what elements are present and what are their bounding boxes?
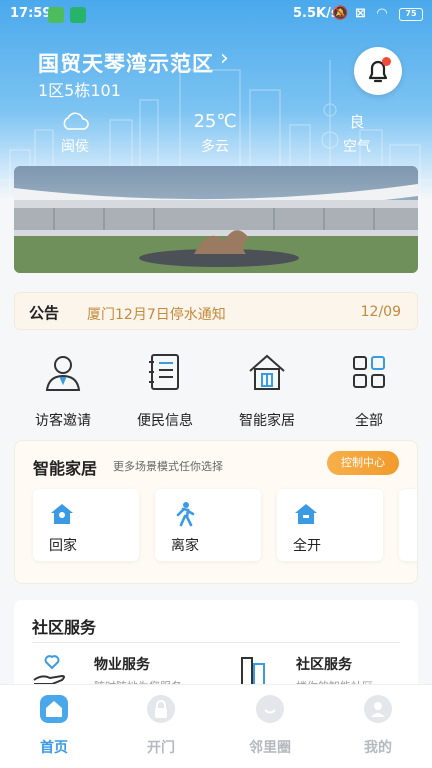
weather-condition: 多云	[201, 139, 229, 155]
bell-icon	[368, 60, 388, 83]
scene-label: 离家	[171, 538, 199, 554]
smart-home-subtitle: 更多场景模式任你选择	[113, 460, 223, 473]
chat-icon	[256, 695, 284, 723]
tab-neighborhood[interactable]: 邻里圈	[230, 695, 310, 757]
weather-location: 闽侯	[55, 110, 95, 156]
lock-icon	[147, 695, 175, 723]
promo-banner[interactable]	[14, 166, 418, 273]
air-quality-label: 空气	[343, 139, 371, 155]
send-notification-icon	[70, 7, 86, 23]
scene-label: 全开	[293, 538, 321, 554]
visitor-icon	[45, 356, 81, 391]
tab-label: 首页	[40, 740, 68, 756]
quick-action-label: 智能家居	[239, 413, 295, 429]
notice-tag: 公告	[29, 304, 60, 322]
home-tab-icon	[40, 695, 68, 723]
heart-hand-icon	[33, 655, 65, 685]
quick-action-visitor[interactable]: 访客邀请	[13, 352, 113, 430]
chevron-right-icon[interactable]: ›	[220, 46, 229, 71]
scene-card-partial[interactable]	[399, 489, 417, 561]
scene-label: 回家	[49, 538, 77, 554]
grid-icon	[353, 356, 385, 388]
temperature-value: 25℃	[193, 111, 237, 132]
sim-icon: ⊠	[355, 6, 366, 21]
quick-action-label: 便民信息	[137, 413, 193, 429]
cloud-icon	[55, 110, 95, 134]
building-icon	[241, 657, 265, 687]
bottom-tab-bar: 首页 开门 邻里圈 我的	[0, 684, 432, 768]
notice-bar[interactable]: 公告 厦门12月7日停水通知 12/09	[14, 292, 418, 330]
all-on-icon	[295, 504, 317, 524]
air-quality-value: 良	[349, 113, 365, 131]
quick-action-label: 访客邀请	[35, 413, 91, 429]
wifi-icon: ◠	[377, 6, 387, 21]
notice-text: 厦门12月7日停水通知	[87, 307, 226, 323]
weather-temperature: 25℃ 多云	[180, 110, 250, 156]
battery-indicator: 75	[399, 8, 423, 21]
notification-dot	[382, 57, 391, 66]
scene-card-home[interactable]: 回家	[33, 489, 139, 561]
tab-label: 邻里圈	[249, 740, 291, 756]
status-time: 17:59	[10, 6, 52, 21]
control-center-button[interactable]: 控制中心	[327, 451, 399, 475]
quick-action-info[interactable]: 便民信息	[115, 352, 215, 430]
weather-city: 闽侯	[61, 139, 89, 155]
house-icon	[249, 354, 285, 390]
walking-person-icon	[176, 502, 195, 527]
notebook-icon	[149, 354, 179, 390]
divider	[32, 642, 400, 643]
tab-home[interactable]: 首页	[14, 695, 94, 757]
smart-home-title: 智能家居	[33, 459, 98, 478]
smart-home-card: 智能家居 更多场景模式任你选择 控制中心 回家 离家 全开	[14, 440, 418, 584]
tab-open-door[interactable]: 开门	[121, 695, 201, 757]
quick-action-label: 全部	[355, 413, 383, 429]
home-scene-icon	[51, 504, 73, 524]
tab-label: 开门	[147, 740, 175, 756]
community-services-title: 社区服务	[32, 618, 97, 637]
scene-card-away[interactable]: 离家	[155, 489, 261, 561]
notification-button[interactable]	[354, 47, 402, 95]
tab-label: 我的	[364, 740, 392, 756]
tab-profile[interactable]: 我的	[338, 695, 418, 757]
service-name: 社区服务	[296, 657, 352, 673]
download-notification-icon	[48, 7, 64, 23]
service-name: 物业服务	[94, 657, 150, 673]
status-bar: 17:59 5.5K/s 🔕 ⊠ ◠ 75	[0, 0, 432, 30]
building-photo	[14, 166, 418, 273]
quick-action-smart-home[interactable]: 智能家居	[217, 352, 317, 430]
community-name[interactable]: 国贸天琴湾示范区	[38, 48, 214, 78]
unit-address: 1区5栋101	[38, 81, 121, 100]
quick-action-all[interactable]: 全部	[319, 352, 419, 430]
weather-air: 良 空气	[335, 110, 379, 156]
scene-card-all-on[interactable]: 全开	[277, 489, 383, 561]
notice-date: 12/09	[360, 304, 401, 320]
mute-icon: 🔕	[332, 6, 349, 21]
profile-icon	[364, 695, 392, 723]
